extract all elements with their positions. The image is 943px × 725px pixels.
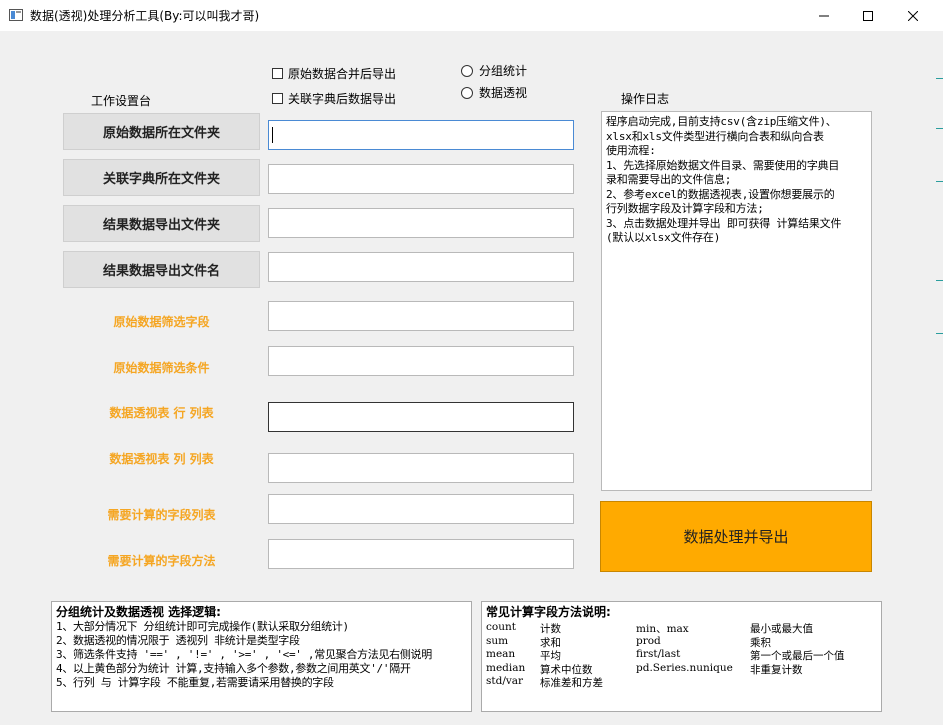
log-line: 2、参考excel的数据透视表,设置你想要展示的 <box>606 187 835 201</box>
method-code: mean <box>486 648 516 660</box>
calc-method-label: 需要计算的字段方法 <box>107 554 216 568</box>
methods-notes-title: 常见计算字段方法说明: <box>486 605 611 619</box>
pivot-radio[interactable]: 数据透视 <box>461 84 527 101</box>
window-title: 数据(透视)处理分析工具(By:可以叫我才哥) <box>30 9 260 23</box>
logic-note-line: 2、数据透视的情况限于 透视列 非统计是类型字段 <box>56 634 300 647</box>
calc-method-input[interactable] <box>268 539 574 569</box>
group-stats-radio[interactable]: 分组统计 <box>461 62 527 79</box>
minimize-icon <box>819 15 829 16</box>
method-code: pd.Series.nunique <box>636 661 733 674</box>
methods-table: count 计数 min、max 最小或最大值 sum 求和 prod 乘积 m… <box>486 621 877 689</box>
source-folder-button[interactable]: 原始数据所在文件夹 <box>63 113 260 150</box>
edge-mark <box>936 181 943 182</box>
dict-export-checkbox[interactable]: 关联字典后数据导出 <box>272 90 396 107</box>
calc-fields-label: 需要计算的字段列表 <box>107 508 216 522</box>
filter-field-label: 原始数据筛选字段 <box>113 315 210 329</box>
close-button[interactable] <box>890 0 936 31</box>
close-icon <box>908 10 918 21</box>
maximize-button[interactable] <box>845 0 891 31</box>
app-icon <box>9 9 23 21</box>
methods-row: median 算术中位数 pd.Series.nunique 非重复计数 <box>486 662 877 676</box>
pivot-label: 数据透视 <box>479 86 528 100</box>
radio-circle <box>461 64 473 77</box>
log-line: 行列数据字段及计算字段和方法; <box>606 202 764 215</box>
process-export-button[interactable]: 数据处理并导出 <box>600 501 872 572</box>
log-line: 1、先选择原始数据文件目录、需要使用的字典目 <box>606 158 840 172</box>
log-line: 使用流程: <box>606 144 656 157</box>
method-code: prod <box>636 634 661 647</box>
checkbox-box <box>272 68 283 79</box>
log-textbox[interactable]: 程序启动完成,目前支持csv(含zip压缩文件)、 xlsx和xls文件类型进行… <box>601 111 872 491</box>
logic-notes-title: 分组统计及数据透视 选择逻辑: <box>56 605 221 619</box>
method-code: median <box>486 661 526 674</box>
logic-notes-panel: 分组统计及数据透视 选择逻辑: 1、大部分情况下 分组统计即可完成操作(默认采取… <box>51 601 472 712</box>
calc-fields-input[interactable] <box>268 494 574 524</box>
log-line: xlsx和xls文件类型进行横向合表和纵向合表 <box>606 129 824 143</box>
method-code: count <box>486 621 516 633</box>
pivot-cols-label: 数据透视表 列 列表 <box>109 452 214 466</box>
pivot-cols-input[interactable] <box>268 453 574 483</box>
dict-export-label: 关联字典后数据导出 <box>288 92 397 106</box>
logic-note-line: 3、筛选条件支持 '==' , '!=' , '>=' , '<=' ,常见聚合… <box>56 648 432 661</box>
log-line: (默认以xlsx文件存在) <box>606 231 721 244</box>
log-title: 操作日志 <box>621 92 670 106</box>
methods-row: mean 平均 first/last 第一个或最后一个值 <box>486 648 877 662</box>
pivot-rows-input[interactable] <box>268 402 574 432</box>
maximize-icon <box>863 10 873 21</box>
log-line: 3、点击数据处理并导出 即可获得 计算结果文件 <box>606 216 842 230</box>
method-code: sum <box>486 634 509 647</box>
log-line: 程序启动完成,目前支持csv(含zip压缩文件)、 <box>606 115 837 128</box>
method-desc: 标准差和方差 <box>540 677 603 689</box>
methods-row: sum 求和 prod 乘积 <box>486 635 877 649</box>
logic-note-line: 1、大部分情况下 分组统计即可完成操作(默认采取分组统计) <box>56 620 349 633</box>
logic-note-line: 5、行列 与 计算字段 不能重复,若需要请采用替换的字段 <box>56 676 334 689</box>
source-folder-input[interactable] <box>268 120 574 150</box>
methods-notes-panel: 常见计算字段方法说明: count 计数 min、max 最小或最大值 sum … <box>481 601 882 712</box>
edge-mark <box>936 280 943 281</box>
title-bar: 数据(透视)处理分析工具(By:可以叫我才哥) <box>0 0 943 31</box>
app-window: 数据(透视)处理分析工具(By:可以叫我才哥) 原始数据合并后导出 关联字典后数… <box>0 0 943 725</box>
filter-condition-input[interactable] <box>268 346 574 376</box>
method-code: first/last <box>636 648 681 660</box>
dict-folder-input[interactable] <box>268 164 574 194</box>
edge-mark <box>936 78 943 79</box>
methods-row: count 计数 min、max 最小或最大值 <box>486 621 877 635</box>
minimize-button[interactable] <box>801 0 847 31</box>
export-folder-button[interactable]: 结果数据导出文件夹 <box>63 205 260 242</box>
dict-folder-button[interactable]: 关联字典所在文件夹 <box>63 159 260 196</box>
method-code: std/var <box>486 675 524 687</box>
methods-row: std/var 标准差和方差 <box>486 675 877 689</box>
merge-export-label: 原始数据合并后导出 <box>288 67 397 81</box>
checkbox-box <box>272 93 283 104</box>
filter-field-input[interactable] <box>268 301 574 331</box>
pivot-rows-label: 数据透视表 行 列表 <box>109 406 214 420</box>
log-line: 录和需要导出的文件信息; <box>606 173 732 186</box>
export-filename-input[interactable] <box>268 252 574 282</box>
text-caret <box>272 127 273 143</box>
group-stats-label: 分组统计 <box>479 64 528 78</box>
edge-mark <box>936 128 943 129</box>
export-folder-input[interactable] <box>268 208 574 238</box>
edge-mark <box>936 333 943 334</box>
filter-condition-label: 原始数据筛选条件 <box>113 361 210 375</box>
export-filename-button[interactable]: 结果数据导出文件名 <box>63 251 260 288</box>
merge-export-checkbox[interactable]: 原始数据合并后导出 <box>272 65 396 82</box>
radio-circle <box>461 86 473 99</box>
logic-note-line: 4、以上黄色部分为统计 计算,支持输入多个参数,参数之间用英文'/'隔开 <box>56 662 411 675</box>
workbench-title: 工作设置台 <box>91 94 152 108</box>
